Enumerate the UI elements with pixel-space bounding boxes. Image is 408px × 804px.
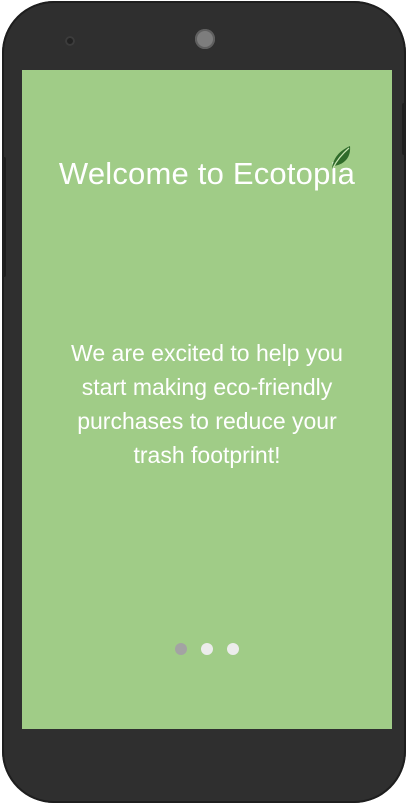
welcome-message: We are excited to help you start making … bbox=[71, 340, 343, 468]
power-button bbox=[402, 103, 406, 155]
phone-frame: Welcome to Ecotopia We are excited to he… bbox=[2, 1, 406, 803]
page-indicator bbox=[22, 643, 392, 655]
onboarding-screen[interactable]: Welcome to Ecotopia We are excited to he… bbox=[22, 70, 392, 729]
leaf-icon bbox=[332, 146, 351, 169]
page-dot-1[interactable] bbox=[175, 643, 187, 655]
volume-button bbox=[2, 157, 6, 277]
page-dot-2[interactable] bbox=[201, 643, 213, 655]
proximity-sensor bbox=[65, 36, 75, 46]
front-camera bbox=[195, 29, 215, 49]
page-dot-3[interactable] bbox=[227, 643, 239, 655]
